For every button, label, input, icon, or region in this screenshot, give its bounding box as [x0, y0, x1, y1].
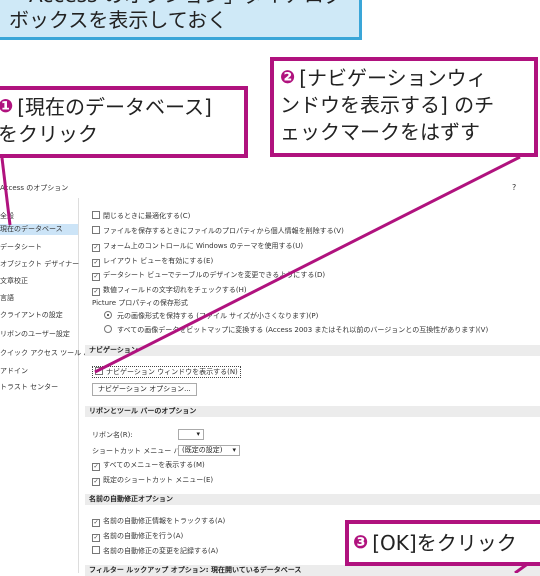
step2-line1: [ナビゲーションウィ	[299, 66, 487, 90]
step1-line2: をクリック	[0, 122, 98, 146]
leader-line-step2	[94, 155, 521, 374]
step1-line1: [現在のデータベース]	[17, 95, 212, 119]
step2-line3: ェックマークをはずす	[280, 120, 480, 144]
step-number-1: ❶	[0, 96, 14, 117]
step3-callout: ❸ [OK]をクリック	[345, 520, 540, 566]
step3-text: [OK]をクリック	[372, 531, 517, 555]
step1-callout: ❶ [現在のデータベース] をクリック	[0, 86, 248, 158]
step-number-3: ❸	[353, 532, 369, 553]
step-number-2: ❷	[280, 67, 296, 88]
step2-line2: ンドウを表示する] のチ	[280, 93, 495, 117]
leader-line-step1	[0, 157, 12, 226]
step2-callout: ❷ [ナビゲーションウィ ンドウを表示する] のチ ェックマークをはずす	[270, 57, 538, 157]
